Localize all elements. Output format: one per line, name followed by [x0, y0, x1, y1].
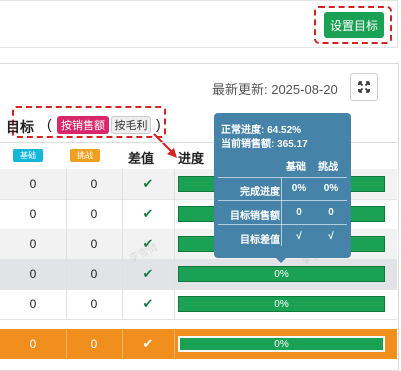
- tooltip-pointer: [275, 257, 287, 263]
- cell-base: 0: [0, 329, 67, 359]
- tooltip-vertical-divider: [281, 178, 282, 246]
- tooltip-current-sales: 当前销售额: 365.17: [221, 139, 308, 150]
- tooltip-row-label: 目标销售额: [230, 211, 280, 222]
- toggle-by-sales[interactable]: 按销售额: [57, 116, 109, 134]
- cell-challenge: 0: [66, 289, 123, 319]
- tooltip-row-label: 目标差值: [240, 235, 280, 246]
- tooltip-divider: [218, 200, 347, 201]
- check-icon: ✔: [122, 259, 175, 289]
- tooltip-row-challenge: 0: [328, 207, 334, 218]
- toggle-by-margin[interactable]: 按毛利: [111, 116, 151, 134]
- tooltip-divider: [218, 224, 347, 225]
- cell-base: 0: [0, 289, 67, 319]
- badge-base: 基础: [13, 149, 43, 162]
- cell-base: 0: [0, 259, 67, 289]
- tooltip-row-base: 0: [296, 207, 302, 218]
- progress-bar: 0%: [178, 266, 385, 282]
- cell-base: 0: [0, 169, 67, 199]
- table-row-total[interactable]: 0 0 ✔ 0%: [0, 329, 397, 359]
- cell-base: 0: [0, 229, 67, 259]
- check-icon: ✔: [122, 289, 175, 319]
- expand-button[interactable]: [350, 73, 378, 101]
- header-progress: 进度: [178, 151, 205, 166]
- header-diff: 差值: [128, 151, 155, 166]
- tooltip-row-challenge: 0%: [323, 183, 339, 194]
- progress-bar: 0%: [178, 336, 385, 352]
- last-update-text: 最新更新: 2025-08-20: [212, 82, 338, 97]
- cell-challenge: 0: [66, 169, 123, 199]
- table-row[interactable]: 0 0 ✔ 0%: [0, 289, 397, 320]
- badge-challenge: 挑战: [70, 149, 100, 162]
- progress-tooltip: 正常进度: 64.52% 当前销售额: 365.17 基础 挑战 完成进度 0%…: [214, 113, 351, 258]
- paren-open: (: [47, 116, 52, 132]
- check-icon: ✔: [122, 329, 175, 359]
- cell-challenge: 0: [66, 329, 123, 359]
- paren-close: ): [156, 116, 161, 132]
- cell-challenge: 0: [66, 199, 123, 229]
- tooltip-divider: [218, 177, 347, 178]
- cell-challenge: 0: [66, 229, 123, 259]
- tooltip-row-base: 0%: [291, 183, 307, 194]
- set-target-button[interactable]: 设置目标: [324, 12, 384, 38]
- cell-challenge: 0: [66, 259, 123, 289]
- target-label: 目标: [6, 119, 34, 135]
- tooltip-col-base: 基础: [286, 162, 306, 173]
- tooltip-row-challenge: √: [328, 231, 334, 242]
- progress-bar: 0%: [178, 296, 385, 312]
- tooltip-col-challenge: 挑战: [318, 162, 338, 173]
- tooltip-row-base: √: [296, 231, 302, 242]
- table-row[interactable]: 0 0 ✔ 0%: [0, 259, 397, 290]
- tooltip-row-label: 完成进度: [240, 187, 280, 198]
- check-icon: ✔: [122, 199, 175, 229]
- tooltip-normal-progress: 正常进度: 64.52%: [221, 125, 302, 136]
- cell-base: 0: [0, 199, 67, 229]
- check-icon: ✔: [122, 169, 175, 199]
- expand-icon: [358, 81, 370, 93]
